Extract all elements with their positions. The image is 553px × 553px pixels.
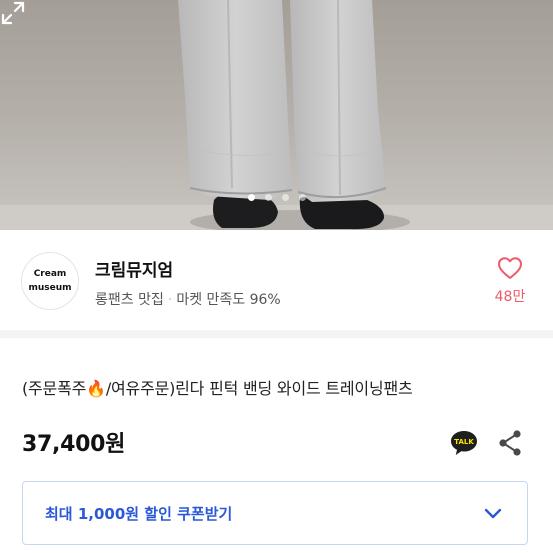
seller-name[interactable]: 크림뮤지엄: [95, 256, 173, 281]
coupon-label: 최대 1,000원 할인 쿠폰받기: [45, 504, 233, 523]
seller-rating: 마켓 만족도 96%: [176, 292, 281, 308]
carousel-dot[interactable]: [298, 194, 306, 201]
avatar-text-line-1: Cream: [33, 269, 67, 279]
share-icon[interactable]: [497, 429, 523, 457]
heart-icon: [498, 257, 522, 279]
carousel-dot[interactable]: [247, 194, 255, 201]
like-count: 48만: [494, 289, 526, 305]
like-button[interactable]: 48만: [488, 256, 532, 306]
product-price: 37,400원: [22, 432, 126, 457]
seller-meta: 롱팬츠 맛집 · 마켓 만족도 96%: [95, 289, 281, 309]
chevron-down-icon: [484, 508, 502, 519]
carousel-dot[interactable]: [264, 194, 272, 201]
carousel-dot[interactable]: [281, 194, 289, 201]
seller-avatar[interactable]: Cream museum: [21, 252, 79, 310]
section-divider: [0, 330, 553, 338]
carousel-indicator: [0, 194, 553, 201]
coupon-button[interactable]: 최대 1,000원 할인 쿠폰받기: [22, 481, 528, 545]
meta-separator: ·: [167, 292, 173, 308]
talk-badge: TALK: [454, 438, 474, 446]
avatar-text-line-2: museum: [28, 283, 72, 293]
seller-tagline: 롱팬츠 맛집: [95, 292, 164, 308]
kakaotalk-icon[interactable]: TALK: [449, 428, 479, 458]
product-photo[interactable]: [0, 0, 553, 230]
expand-icon[interactable]: [0, 0, 26, 26]
seller-row[interactable]: Cream museum 크림뮤지엄 롱팬츠 맛집 · 마켓 만족도 96% 48만: [0, 230, 553, 330]
product-title: (주문폭주🔥/여유주문)린다 핀턱 밴딩 와이드 트레이닝팬츠: [22, 379, 413, 398]
